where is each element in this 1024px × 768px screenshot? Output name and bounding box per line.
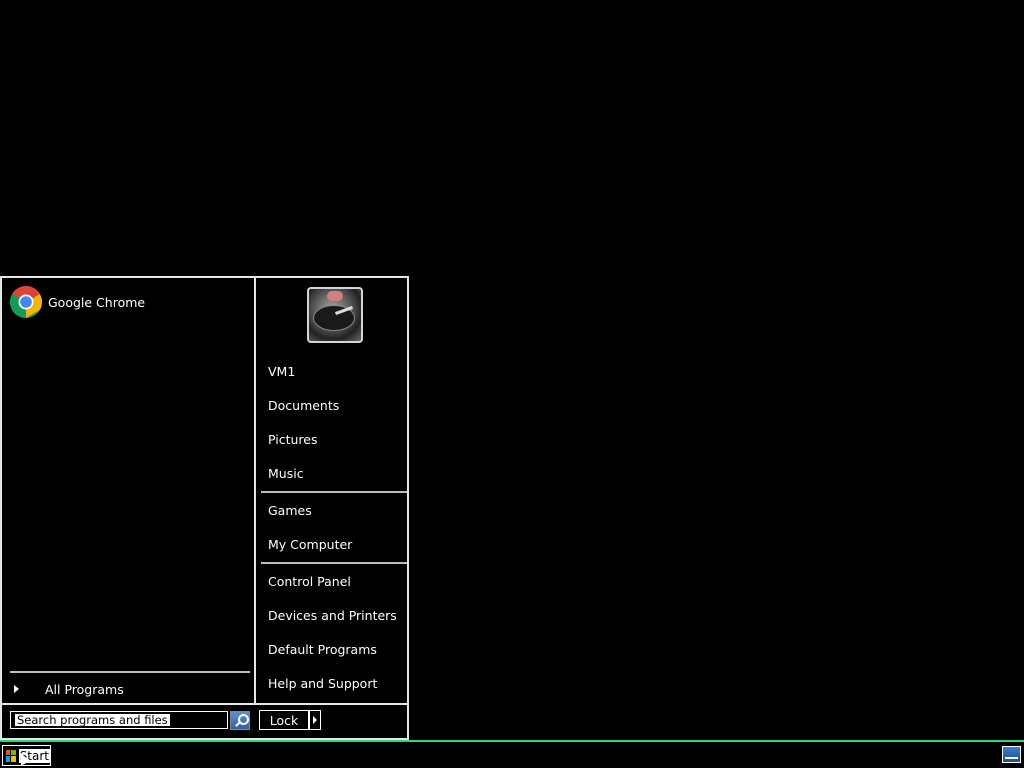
right-item-documents[interactable]: Documents bbox=[268, 393, 406, 417]
right-item-label: Games bbox=[268, 502, 312, 518]
right-item-label: My Computer bbox=[268, 536, 353, 552]
all-programs-label: All Programs bbox=[45, 681, 124, 697]
chrome-icon bbox=[10, 286, 42, 318]
right-item-label: Control Panel bbox=[268, 573, 351, 589]
right-item-devices-and-printers[interactable]: Devices and Printers bbox=[268, 603, 406, 627]
start-menu: Google Chrome All Programs VM1 Documents… bbox=[0, 276, 409, 740]
windows-logo-icon bbox=[6, 749, 16, 762]
right-item-label: Pictures bbox=[268, 431, 318, 447]
right-item-pictures[interactable]: Pictures bbox=[268, 427, 406, 451]
right-item-label: VM1 bbox=[268, 363, 296, 379]
right-item-label: Help and Support bbox=[268, 675, 378, 691]
search-placeholder: Search programs and files bbox=[15, 713, 170, 727]
arrow-right-icon bbox=[313, 716, 317, 724]
right-item-label: Devices and Printers bbox=[268, 607, 397, 623]
right-item-vm1[interactable]: VM1 bbox=[268, 359, 406, 383]
right-item-label: Documents bbox=[268, 397, 340, 413]
right-item-help-and-support[interactable]: Help and Support bbox=[268, 671, 406, 695]
right-item-control-panel[interactable]: Control Panel bbox=[268, 569, 406, 593]
start-menu-places-pane: VM1 Documents Pictures Music Games My Co… bbox=[254, 278, 409, 703]
right-item-music[interactable]: Music bbox=[268, 461, 406, 485]
lock-button[interactable]: Lock bbox=[259, 710, 309, 730]
right-item-label: Default Programs bbox=[268, 641, 377, 657]
divider bbox=[261, 491, 407, 493]
search-box[interactable]: Search programs and files bbox=[10, 711, 228, 729]
arrow-right-icon bbox=[14, 685, 19, 693]
divider bbox=[10, 671, 250, 673]
shutdown-options-button[interactable] bbox=[309, 710, 321, 730]
start-menu-programs-pane: Google Chrome All Programs bbox=[2, 278, 254, 703]
search-button[interactable] bbox=[230, 711, 250, 730]
right-item-label: Music bbox=[268, 465, 304, 481]
lock-label: Lock bbox=[269, 712, 299, 728]
taskbar: Start bbox=[0, 740, 1024, 768]
all-programs-button[interactable]: All Programs bbox=[10, 678, 250, 700]
right-item-default-programs[interactable]: Default Programs bbox=[268, 637, 406, 661]
pinned-item-google-chrome[interactable]: Google Chrome bbox=[10, 285, 246, 319]
divider bbox=[261, 562, 407, 564]
user-avatar[interactable] bbox=[307, 287, 363, 343]
pinned-item-label: Google Chrome bbox=[48, 294, 146, 310]
right-item-games[interactable]: Games bbox=[268, 498, 406, 522]
start-menu-bottom-bar: Search programs and files Lock bbox=[2, 703, 407, 738]
right-item-my-computer[interactable]: My Computer bbox=[268, 532, 406, 556]
action-center-icon[interactable] bbox=[1002, 746, 1021, 763]
